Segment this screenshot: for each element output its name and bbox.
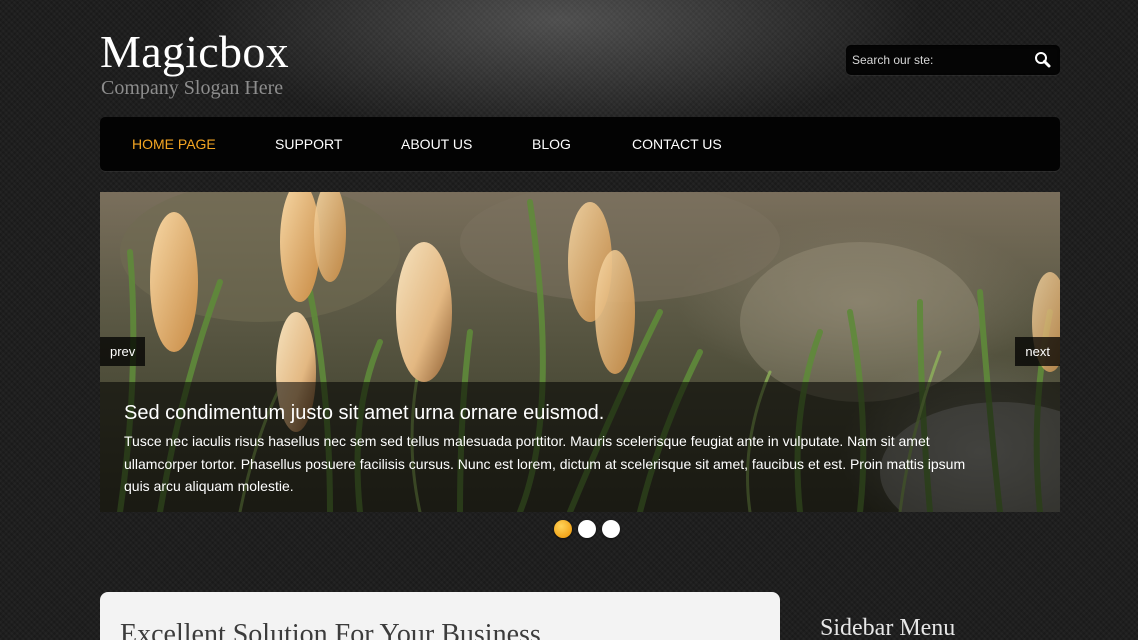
nav-item-support[interactable]: SUPPORT [275, 117, 342, 171]
content-title: Excellent Solution For Your Business [120, 619, 541, 640]
site-logo[interactable]: Magicbox [100, 26, 289, 78]
sidebar-title: Sidebar Menu [820, 615, 956, 640]
slider-prev-button[interactable]: prev [100, 337, 146, 366]
main-nav: HOME PAGE SUPPORT ABOUT US BLOG CONTACT … [100, 117, 1060, 171]
slider-next-button[interactable]: next [1015, 337, 1060, 366]
main-content-box: Excellent Solution For Your Business [100, 592, 780, 640]
slider-dot-1[interactable] [554, 520, 572, 538]
nav-item-home-page[interactable]: HOME PAGE [132, 117, 216, 171]
search-box [846, 45, 1060, 75]
slider-pagination [554, 520, 626, 540]
search-input[interactable] [852, 50, 1024, 70]
nav-item-contact-us[interactable]: CONTACT US [632, 117, 722, 171]
slider-dot-2[interactable] [578, 520, 596, 538]
slider-dot-3[interactable] [602, 520, 620, 538]
page-wrapper: Magicbox Company Slogan Here HOME PAGE S… [100, 0, 1060, 640]
image-slider: prev next Sed condimentum justo sit amet… [100, 192, 1060, 512]
search-icon[interactable] [1034, 51, 1052, 69]
site-slogan: Company Slogan Here [101, 77, 284, 99]
slide-caption-title: Sed condimentum justo sit amet urna orna… [124, 402, 605, 424]
nav-item-about-us[interactable]: ABOUT US [401, 117, 472, 171]
slide-caption: Sed condimentum justo sit amet urna orna… [100, 382, 1060, 512]
nav-item-blog[interactable]: BLOG [532, 117, 571, 171]
slide-caption-text: Tusce nec iaculis risus hasellus nec sem… [124, 433, 966, 494]
